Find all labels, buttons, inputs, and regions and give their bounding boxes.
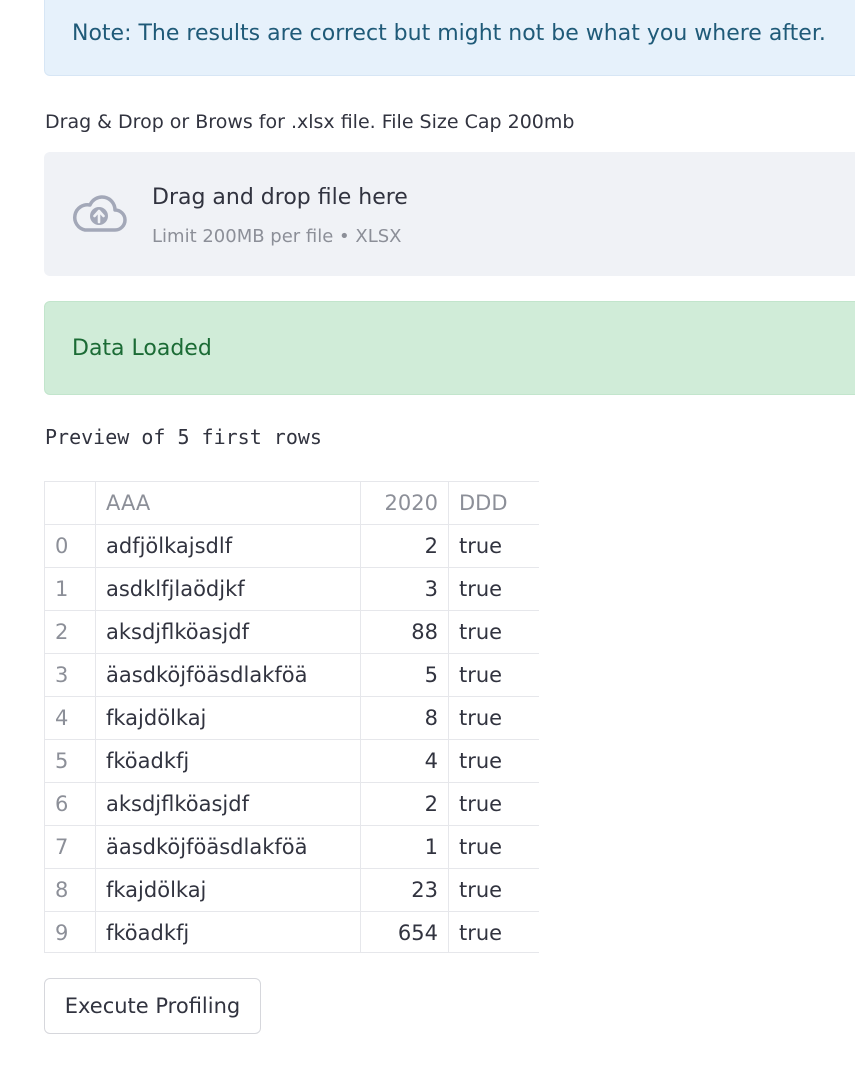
column-header-aaa[interactable]: AAA	[95, 481, 361, 525]
dropzone-limit-text: Limit 200MB per file • XLSX	[152, 226, 402, 247]
table-cell: 654	[360, 911, 449, 952]
data-preview-table[interactable]: AAA 2020 DDD 0 adfjölkajsdlf 2 true 1 as…	[44, 481, 539, 953]
table-row: 5 fköadkfj 4 true	[44, 739, 539, 783]
table-cell: 4	[360, 739, 449, 783]
row-index: 7	[44, 825, 96, 869]
table-cell: 23	[360, 868, 449, 912]
table-cell: 8	[360, 696, 449, 740]
info-alert: Note: The results are correct but might …	[44, 0, 855, 76]
file-dropzone[interactable]: Drag and drop file here Limit 200MB per …	[44, 152, 855, 276]
table-cell: fköadkfj	[95, 911, 361, 952]
row-index: 6	[44, 782, 96, 826]
table-row: 4 fkajdölkaj 8 true	[44, 696, 539, 740]
row-index: 0	[44, 524, 96, 568]
table-cell: true	[448, 696, 539, 740]
success-alert: Data Loaded	[44, 301, 855, 395]
table-cell: true	[448, 567, 539, 611]
table-cell: true	[448, 524, 539, 568]
index-header[interactable]	[44, 481, 96, 525]
table-cell: fkajdölkaj	[95, 696, 361, 740]
file-uploader-label: Drag & Drop or Brows for .xlsx file. Fil…	[45, 111, 575, 133]
table-cell: adfjölkajsdlf	[95, 524, 361, 568]
table-cell: 5	[360, 653, 449, 697]
table-cell: true	[448, 610, 539, 654]
table-cell: true	[448, 868, 539, 912]
table-cell: true	[448, 825, 539, 869]
table-cell: äasdköjföäsdlakföä	[95, 825, 361, 869]
table-cell: 2	[360, 782, 449, 826]
table-row: 1 asdklfjlaödjkf 3 true	[44, 567, 539, 611]
app-page: Note: The results are correct but might …	[0, 0, 855, 1090]
table-cell: 1	[360, 825, 449, 869]
table-cell: asdklfjlaödjkf	[95, 567, 361, 611]
table-row: 2 aksdjflköasjdf 88 true	[44, 610, 539, 654]
table-cell: 3	[360, 567, 449, 611]
table-row: 7 äasdköjföäsdlakföä 1 true	[44, 825, 539, 869]
table-row: 8 fkajdölkaj 23 true	[44, 868, 539, 912]
row-index: 3	[44, 653, 96, 697]
table-row: 9 fköadkfj 654 true	[44, 911, 539, 952]
table-cell: äasdköjföäsdlakföä	[95, 653, 361, 697]
row-index: 9	[44, 911, 96, 952]
cloud-upload-icon	[73, 195, 127, 232]
info-alert-text: Note: The results are correct but might …	[72, 21, 826, 46]
execute-profiling-button[interactable]: Execute Profiling	[44, 978, 261, 1034]
row-index: 5	[44, 739, 96, 783]
column-header-2020[interactable]: 2020	[360, 481, 449, 525]
success-alert-text: Data Loaded	[72, 336, 212, 361]
table-cell: aksdjflköasjdf	[95, 782, 361, 826]
dropzone-title: Drag and drop file here	[152, 185, 408, 210]
row-index: 4	[44, 696, 96, 740]
table-row: 0 adfjölkajsdlf 2 true	[44, 524, 539, 568]
table-row: 3 äasdköjföäsdlakföä 5 true	[44, 653, 539, 697]
table-cell: fköadkfj	[95, 739, 361, 783]
table-cell: true	[448, 739, 539, 783]
table-cell: fkajdölkaj	[95, 868, 361, 912]
table-cell: aksdjflköasjdf	[95, 610, 361, 654]
table-cell: 2	[360, 524, 449, 568]
table-cell: 88	[360, 610, 449, 654]
row-index: 8	[44, 868, 96, 912]
column-header-ddd[interactable]: DDD	[448, 481, 539, 525]
table-cell: true	[448, 782, 539, 826]
table-row: 6 aksdjflköasjdf 2 true	[44, 782, 539, 826]
row-index: 1	[44, 567, 96, 611]
table-header-row: AAA 2020 DDD	[44, 481, 539, 525]
row-index: 2	[44, 610, 96, 654]
preview-caption: Preview of 5 first rows	[45, 425, 322, 449]
table-cell: true	[448, 653, 539, 697]
table-cell: true	[448, 911, 539, 952]
